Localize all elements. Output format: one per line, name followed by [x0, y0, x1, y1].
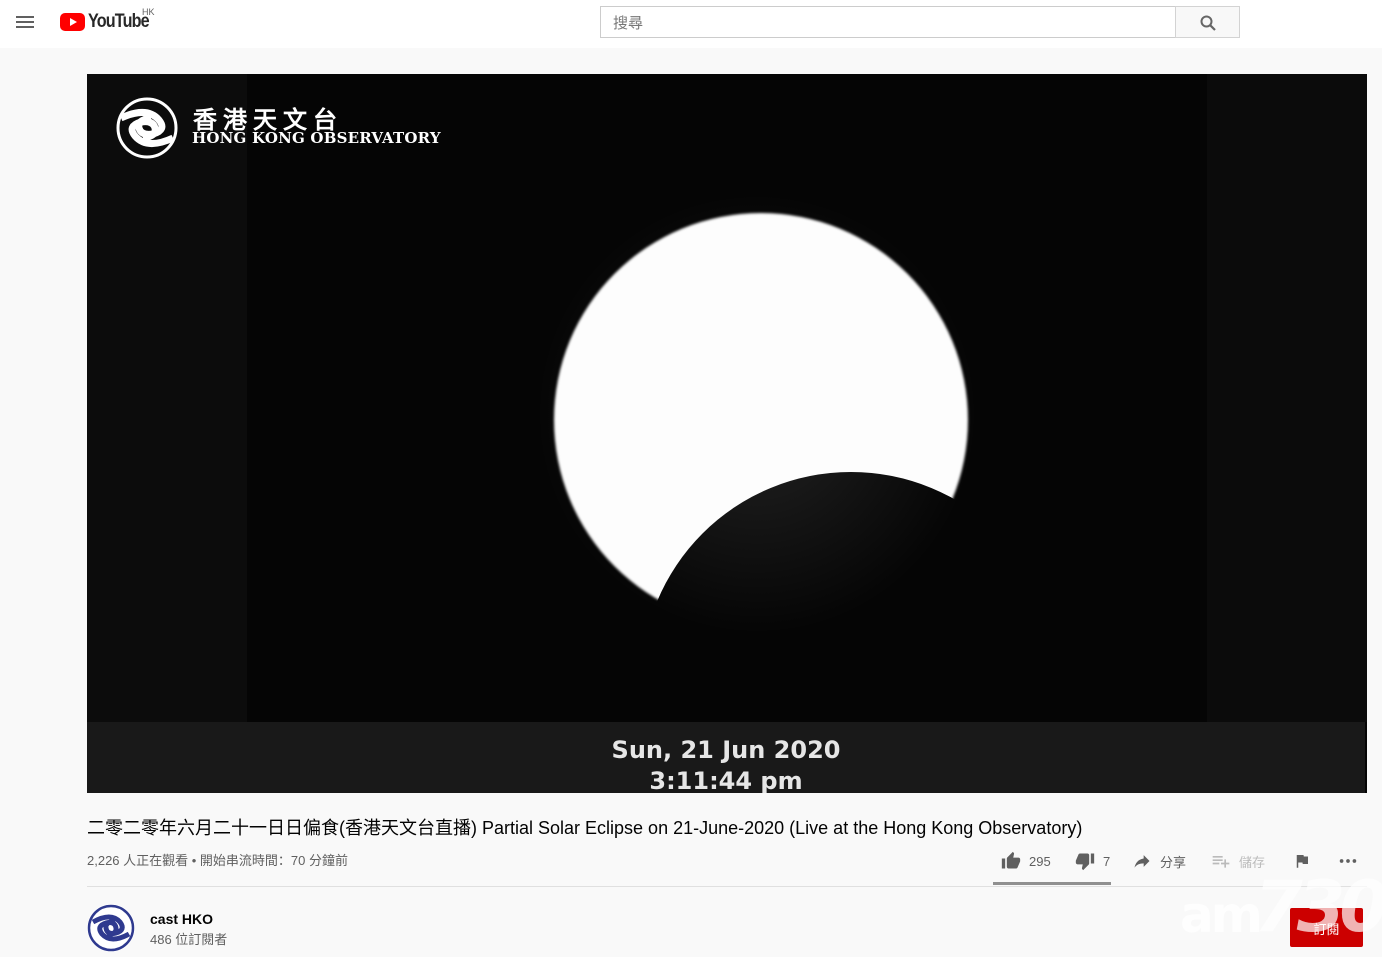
more-actions-button[interactable]	[1337, 845, 1367, 877]
dislike-count: 7	[1103, 853, 1111, 869]
video-meta: 2,226 人正在觀看 • 開始串流時間：70 分鐘前	[87, 853, 348, 868]
guide-menu-icon[interactable]	[12, 10, 38, 36]
share-button[interactable]: 分享	[1132, 845, 1186, 877]
dislike-button[interactable]: 7	[1075, 845, 1110, 877]
sentiment-bar	[993, 882, 1111, 885]
hko-avatar-icon	[87, 904, 135, 952]
search-input[interactable]: 搜尋	[600, 6, 1176, 38]
channel-avatar[interactable]	[87, 904, 135, 952]
channel-name[interactable]: cast HKO	[150, 911, 213, 927]
video-player[interactable]: 香港天文台 HONG KONG OBSERVATORY Sun, 21 Jun …	[87, 74, 1367, 793]
timestamp-time: 3:11:44 pm	[649, 767, 803, 793]
playlist-add-icon	[1212, 856, 1230, 868]
youtube-logo[interactable]: YouTube HK	[60, 7, 159, 33]
save-button[interactable]: 儲存	[1211, 845, 1265, 877]
youtube-play-icon	[60, 13, 85, 31]
watermark-prefix: am	[1180, 886, 1263, 944]
report-button[interactable]	[1293, 845, 1319, 877]
country-code: HK	[142, 7, 155, 17]
subscribe-button[interactable]: 訂閱	[1290, 908, 1363, 947]
more-horizontal-icon	[1339, 859, 1357, 863]
timestamp-date: Sun, 21 Jun 2020	[611, 736, 841, 764]
search-button[interactable]	[1175, 6, 1240, 38]
logo-text: YouTube	[88, 11, 150, 32]
thumbs-down-icon	[1075, 853, 1095, 871]
video-actions: 295 7 分享 儲存	[993, 845, 1368, 885]
search-icon	[1200, 15, 1216, 31]
hko-logo-icon	[116, 97, 178, 159]
eclipse-sun	[554, 213, 968, 627]
subscriber-count: 486 位訂閱者	[150, 932, 228, 947]
save-label: 儲存	[1239, 854, 1266, 870]
flag-icon	[1296, 855, 1308, 868]
hko-name-en: HONG KONG OBSERVATORY	[192, 129, 441, 147]
video-title: 二零二零年六月二十一日日偏食(香港天文台直播) Partial Solar Ec…	[87, 818, 1083, 838]
like-count: 295	[1029, 853, 1051, 869]
share-icon	[1134, 855, 1150, 868]
thumbs-up-icon	[1001, 851, 1021, 869]
share-label: 分享	[1160, 854, 1187, 870]
divider	[87, 886, 1367, 887]
masthead: YouTube HK 搜尋	[0, 0, 1382, 48]
like-button[interactable]: 295	[1001, 845, 1051, 877]
